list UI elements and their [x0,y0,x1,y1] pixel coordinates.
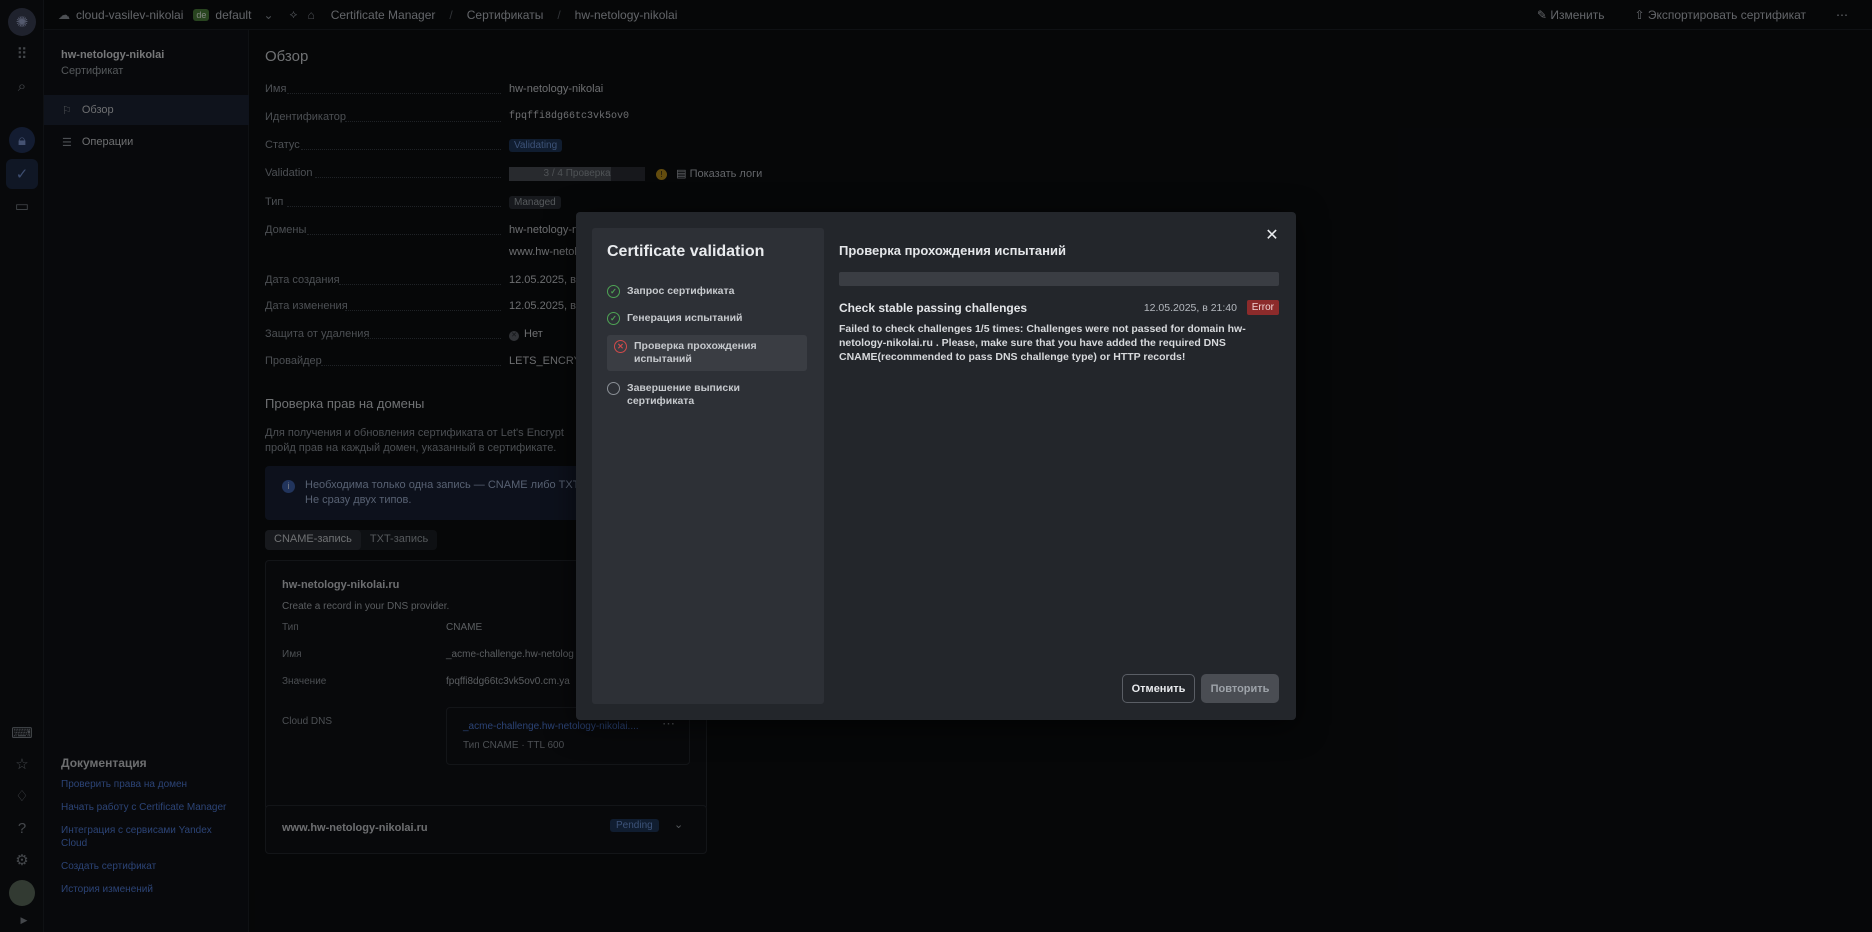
validation-steps-panel: Certificate validation ✓ Запрос сертифик… [592,228,824,704]
check-circle-icon: ✓ [607,312,620,325]
check-progress-bar [839,272,1279,286]
step-check[interactable]: ✕ Проверка прохождения испытаний [607,335,807,371]
details-title: Проверка прохождения испытаний [839,243,1066,258]
check-date: 12.05.2025, в 21:40 [1143,302,1237,314]
error-message: Failed to check challenges 1/5 times: Ch… [839,323,1246,363]
retry-button[interactable]: Повторить [1201,674,1279,703]
certificate-validation-dialog: Certificate validation ✓ Запрос сертифик… [576,212,1296,720]
cancel-button[interactable]: Отменить [1122,674,1195,703]
step-label: Завершение выписки сертификата [627,382,740,407]
empty-circle-icon [607,382,620,395]
step-request[interactable]: ✓ Запрос сертификата [607,285,807,298]
step-label: Проверка прохождения испытаний [634,340,757,365]
error-circle-icon: ✕ [614,340,627,353]
check-title: Check stable passing challenges [839,301,1028,315]
check-circle-icon: ✓ [607,285,620,298]
step-finish[interactable]: Завершение выписки сертификата [607,382,807,408]
step-generate[interactable]: ✓ Генерация испытаний [607,312,807,325]
step-label: Генерация испытаний [627,312,743,324]
dialog-title: Certificate validation [607,243,765,260]
step-label: Запрос сертификата [627,285,735,297]
error-badge: Error [1246,300,1279,315]
close-icon[interactable]: ✕ [1264,228,1280,244]
